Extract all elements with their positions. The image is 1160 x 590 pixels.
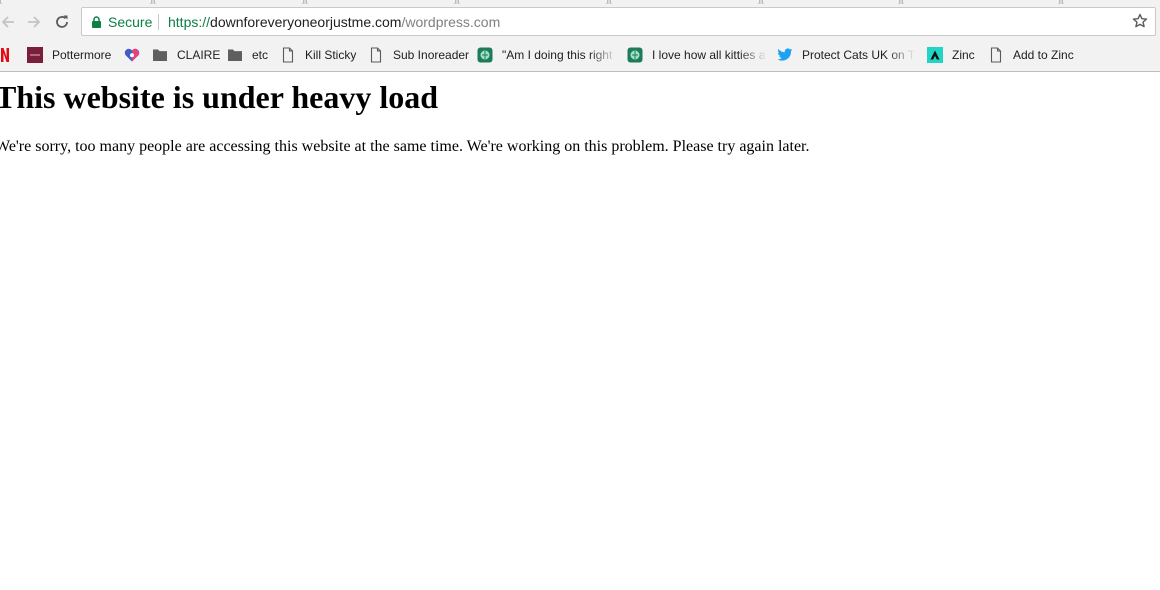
bookmark-folder-etc[interactable]: etc (227, 46, 273, 64)
bookmark-zinc[interactable]: Zinc (927, 46, 981, 64)
page-heading: This website is under heavy load (0, 79, 439, 115)
zinc-icon (927, 47, 943, 63)
heart-app-icon (124, 47, 140, 63)
globe-chat-icon (627, 47, 643, 63)
bookmarks-bar: Pottermore CLAIRE etc Kill Sticky Sub In… (0, 40, 1160, 72)
page-icon (988, 47, 1004, 63)
reload-button[interactable] (50, 11, 74, 33)
bookmark-label: Protect Cats UK on T (802, 48, 915, 62)
bookmark-am-i-doing-this-right[interactable]: "Am I doing this right (477, 46, 617, 64)
bookmark-netflix[interactable] (0, 46, 14, 64)
bookmark-pottermore[interactable]: Pottermore (27, 46, 119, 64)
folder-icon (227, 47, 243, 63)
netflix-icon (0, 47, 14, 63)
security-label[interactable]: Secure (108, 14, 152, 30)
bookmark-label: "Am I doing this right (502, 48, 613, 62)
bookmark-heart-app[interactable] (124, 46, 142, 64)
url-scheme: https:// (168, 14, 211, 30)
globe-chat-icon (477, 47, 493, 63)
folder-icon (152, 47, 168, 63)
reload-icon (56, 15, 68, 28)
forward-button[interactable] (22, 11, 46, 33)
url-path: /wordpress.com (401, 14, 501, 30)
page-icon (280, 47, 296, 63)
twitter-icon (777, 47, 793, 63)
pottermore-icon (27, 47, 43, 63)
bookmark-label: CLAIRE (177, 48, 221, 62)
page-icon (368, 47, 384, 63)
page-message: We're sorry, too many people are accessi… (0, 138, 810, 155)
bookmark-protect-cats-uk[interactable]: Protect Cats UK on T (777, 46, 915, 64)
bookmark-i-love-how-all-kitties[interactable]: I love how all kitties a (627, 46, 767, 64)
forward-arrow-icon (28, 16, 41, 28)
bookmark-label: Add to Zinc (1013, 48, 1074, 62)
address-bar[interactable]: Secure https://downforeveryoneorjustme.c… (81, 7, 1156, 36)
bookmark-sub-inoreader[interactable]: Sub Inoreader (368, 46, 472, 64)
back-button[interactable] (0, 11, 20, 33)
bookmark-add-to-zinc[interactable]: Add to Zinc (988, 46, 1078, 64)
lock-icon (92, 16, 101, 28)
star-icon[interactable] (1132, 13, 1148, 29)
bookmark-kill-sticky[interactable]: Kill Sticky (280, 46, 360, 64)
bookmark-label: Pottermore (52, 48, 112, 62)
bookmark-label: Zinc (952, 48, 975, 62)
url-host: downforeveryoneorjustme.com (210, 14, 402, 30)
bookmark-label: Kill Sticky (305, 48, 357, 62)
back-arrow-icon (1, 16, 14, 28)
browser-toolbar: Secure https://downforeveryoneorjustme.c… (0, 4, 1160, 40)
bookmark-label: etc (252, 48, 269, 62)
bookmark-folder-claire[interactable]: CLAIRE (152, 46, 222, 64)
bookmark-label: Sub Inoreader (393, 48, 470, 62)
bookmark-label: I love how all kitties a (652, 48, 766, 62)
url-text[interactable]: https://downforeveryoneorjustme.com/word… (168, 14, 500, 30)
omnibox-separator (158, 14, 159, 30)
